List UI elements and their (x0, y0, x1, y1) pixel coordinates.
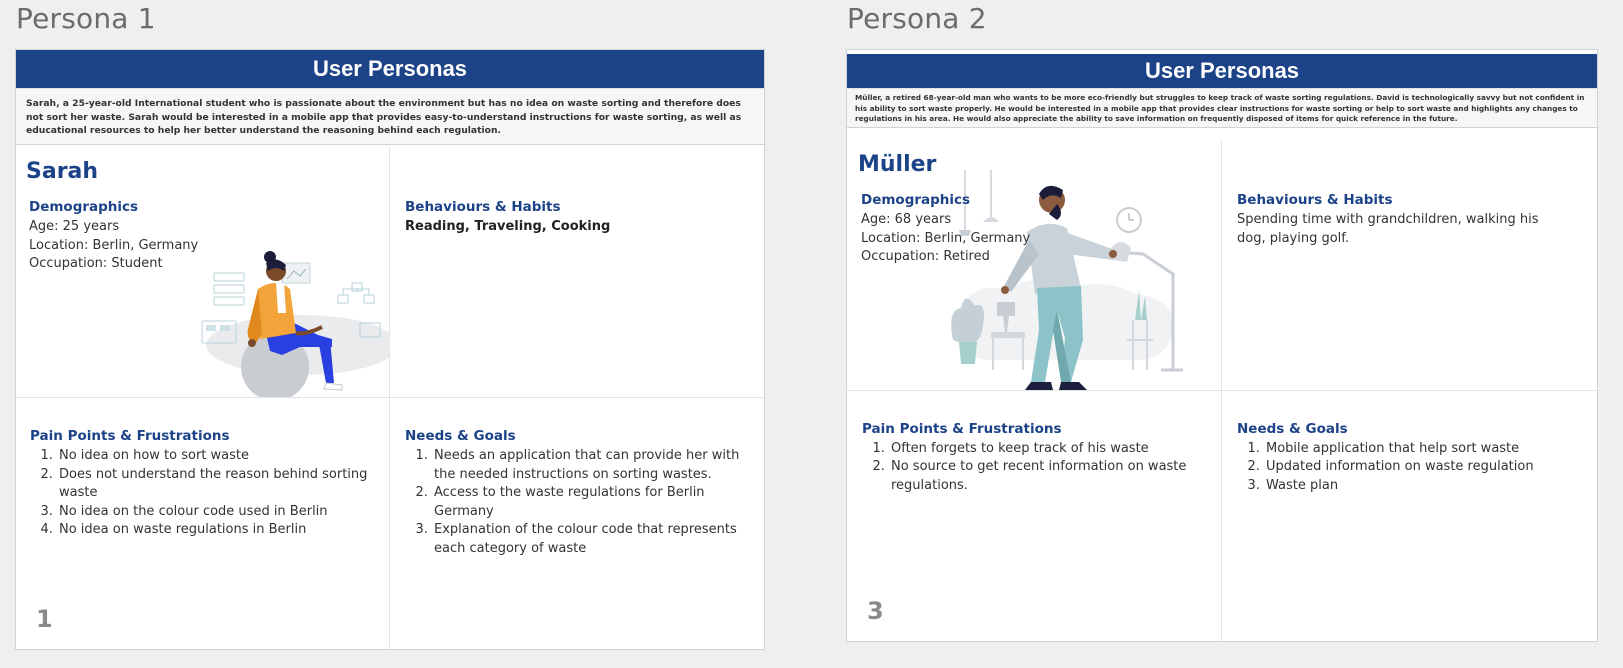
demographic-location: Location: Berlin, Germany (29, 237, 199, 253)
list-item: Needs an application that can provide he… (432, 447, 750, 484)
pain-points-cell: Pain Points & Frustrations Often forgets… (847, 390, 1222, 641)
pain-points-section: Pain Points & Frustrations No idea on ho… (30, 428, 375, 540)
list-item: Access to the waste regulations for Berl… (432, 484, 750, 521)
persona-card-1[interactable]: User Personas Sarah, a 25-year-old Inter… (15, 49, 765, 650)
page-number: 1 (36, 605, 53, 633)
frame-title-persona-1[interactable]: Persona 1 (16, 2, 156, 35)
list-item: No source to get recent information on w… (889, 458, 1207, 495)
woman-sitting-illustration (201, 251, 389, 397)
behaviours-text: Spending time with grandchildren, walkin… (1237, 212, 1539, 246)
persona-banner: User Personas (16, 50, 764, 88)
needs-section: Needs & Goals Needs an application that … (405, 428, 750, 558)
persona-card-2[interactable]: User Personas Müller, a retired 68-year-… (846, 49, 1598, 642)
persona-banner: User Personas (847, 54, 1597, 88)
profile-cell: Sarah Demographics Age: 25 years Locatio… (16, 147, 390, 398)
demographics-section: Demographics Age: 25 years Location: Ber… (29, 199, 198, 274)
needs-title: Needs & Goals (405, 428, 516, 444)
behaviours-text: Reading, Traveling, Cooking (405, 219, 611, 234)
pain-points-list: No idea on how to sort waste Does not un… (30, 447, 375, 540)
list-item: No idea on waste regulations in Berlin (57, 521, 375, 540)
list-item: No idea on how to sort waste (57, 447, 375, 466)
needs-cell: Needs & Goals Needs an application that … (390, 398, 764, 649)
persona-name: Müller (858, 152, 937, 177)
demographics-section: Demographics Age: 68 years Location: Ber… (861, 192, 1030, 267)
needs-title: Needs & Goals (1237, 420, 1348, 437)
demographic-age: Age: 68 years (861, 212, 952, 227)
pain-points-title: Pain Points & Frustrations (862, 420, 1062, 437)
demographics-title: Demographics (861, 192, 971, 208)
needs-section: Needs & Goals Mobile application that he… (1237, 421, 1583, 496)
pain-points-section: Pain Points & Frustrations Often forgets… (862, 421, 1207, 496)
list-item: Waste plan (1264, 477, 1583, 496)
behaviours-section: Behaviours & Habits Spending time with g… (1237, 192, 1567, 248)
demographic-age: Age: 25 years (29, 219, 120, 234)
list-item: Explanation of the colour code that repr… (432, 521, 750, 558)
profile-cell: Müller Demographics Age: 68 years Locati… (847, 140, 1222, 391)
page-number: 3 (867, 597, 884, 625)
needs-list: Mobile application that help sort waste … (1237, 440, 1583, 496)
persona-grid: Müller Demographics Age: 68 years Locati… (847, 140, 1597, 641)
demographic-occupation: Occupation: Student (29, 256, 163, 271)
pain-points-title: Pain Points & Frustrations (30, 428, 230, 444)
demographic-occupation: Occupation: Retired (861, 249, 990, 264)
needs-list: Needs an application that can provide he… (405, 447, 750, 558)
needs-cell: Needs & Goals Mobile application that he… (1222, 391, 1597, 642)
persona-name: Sarah (26, 159, 99, 184)
pain-points-cell: Pain Points & Frustrations No idea on ho… (16, 398, 390, 649)
list-item: Often forgets to keep track of his waste (889, 440, 1207, 459)
persona-grid: Sarah Demographics Age: 25 years Locatio… (16, 147, 764, 649)
demographic-location: Location: Berlin, Germany (861, 230, 1031, 246)
frame-title-persona-2[interactable]: Persona 2 (847, 2, 987, 35)
persona-summary: Sarah, a 25-year-old International stude… (16, 88, 764, 145)
list-item: Mobile application that help sort waste (1264, 440, 1583, 459)
list-item: Updated information on waste regulation (1264, 458, 1583, 477)
behaviours-section: Behaviours & Habits Reading, Traveling, … (405, 199, 610, 236)
behaviours-title: Behaviours & Habits (405, 199, 561, 215)
list-item: Does not understand the reason behind so… (57, 466, 375, 503)
behaviours-cell: Behaviours & Habits Spending time with g… (1222, 140, 1597, 391)
behaviours-title: Behaviours & Habits (1237, 192, 1393, 208)
persona-summary: Müller, a retired 68-year-old man who wa… (847, 88, 1597, 128)
demographics-title: Demographics (29, 199, 139, 215)
behaviours-cell: Behaviours & Habits Reading, Traveling, … (390, 147, 764, 398)
list-item: No idea on the colour code used in Berli… (57, 503, 375, 522)
pain-points-list: Often forgets to keep track of his waste… (862, 440, 1207, 496)
